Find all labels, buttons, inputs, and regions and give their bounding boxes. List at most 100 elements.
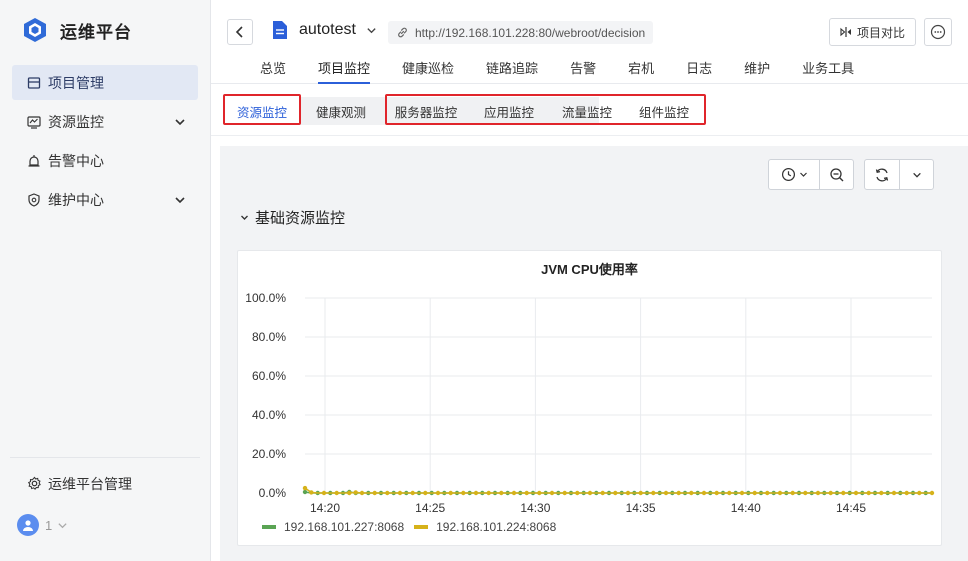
data-point [752, 490, 757, 496]
data-point [524, 490, 529, 496]
sidebar-item-alarm-center[interactable]: 告警中心 [12, 143, 198, 178]
brand[interactable]: 运维平台 [0, 0, 210, 60]
avatar[interactable] [17, 514, 39, 536]
sidebar-item-maintenance-center[interactable]: 维护中心 [12, 182, 198, 217]
sidebar-nav: 项目管理 资源监控 告警中心 维护中心 [0, 65, 210, 217]
data-point [891, 490, 897, 496]
user-menu[interactable]: 1 [17, 514, 68, 536]
sidebar-item-label: 告警中心 [48, 152, 104, 169]
section-header[interactable]: 基础资源监控 [240, 207, 345, 228]
tab-health-inspection[interactable]: 健康巡检 [402, 58, 454, 84]
data-point [815, 490, 821, 496]
compare-label: 项目对比 [856, 25, 905, 40]
tab-alarm[interactable]: 告警 [570, 58, 596, 84]
data-point [397, 490, 403, 496]
cube-logo-icon [24, 18, 46, 42]
data-point [651, 490, 656, 496]
data-point [701, 490, 707, 496]
data-point [790, 490, 795, 496]
tab-overview[interactable]: 总览 [260, 58, 286, 84]
data-point [549, 490, 555, 496]
time-zoom-group [768, 159, 854, 190]
back-button[interactable] [227, 19, 253, 45]
data-point [372, 490, 377, 496]
data-point [714, 490, 719, 496]
data-point [575, 490, 580, 496]
chevron-down-icon[interactable] [57, 520, 68, 531]
section-title: 基础资源监控 [255, 210, 346, 227]
legend-item[interactable]: 192.168.101.224:8068 [414, 520, 556, 534]
chevron-down-icon[interactable] [366, 25, 377, 36]
data-point [385, 490, 390, 496]
sidebar-item-project-management[interactable]: 项目管理 [12, 65, 198, 100]
tab-log[interactable]: 日志 [686, 58, 712, 84]
zoom-out-button[interactable] [819, 160, 853, 189]
tab-project-monitor[interactable]: 项目监控 [318, 58, 371, 84]
chevron-down-icon[interactable] [174, 194, 186, 206]
project-compare-button[interactable]: 项目对比 [828, 18, 916, 46]
refresh-button[interactable] [865, 160, 899, 189]
more-options-button[interactable] [924, 18, 952, 46]
monitor-content: 基础资源监控 JVM CPU使用率 100.0% 80.0% 60.0% 40.0% 2… [220, 146, 968, 561]
sidebar-item-platform-admin[interactable]: 运维平台管理 [12, 466, 198, 501]
brand-name: 运维平台 [60, 22, 132, 42]
data-point [676, 490, 681, 496]
refresh-icon [875, 168, 889, 181]
data-point [689, 490, 694, 496]
data-point [347, 490, 352, 496]
data-point [803, 490, 808, 496]
sidebar-item-resource-monitor[interactable]: 资源监控 [12, 104, 198, 139]
subtab-health-observation[interactable]: 健康观测 [308, 100, 374, 122]
chevron-down-icon [799, 172, 807, 177]
sidebar-bottom: 运维平台管理 [10, 457, 200, 501]
data-point [638, 490, 643, 496]
tab-business-tools[interactable]: 业务工具 [802, 58, 854, 84]
chart-legend: 192.168.101.227:8068 192.168.101.224:8068 [262, 520, 566, 534]
chart-toolbar [758, 159, 934, 190]
x-tick-label: 14:35 [626, 501, 656, 515]
data-point [917, 490, 922, 496]
time-range-button[interactable] [769, 160, 819, 189]
compare-icon [840, 27, 851, 37]
user-icon [23, 520, 33, 531]
legend-swatch [262, 525, 276, 529]
alarm-icon [26, 153, 42, 169]
gear-icon [26, 476, 42, 492]
legend-label: 192.168.101.227:8068 [284, 520, 405, 534]
app-window: 运维平台 项目管理 资源监控 告警中心 维护中心 运维平台管理 1 autote… [0, 0, 968, 561]
data-point [613, 490, 618, 496]
cpu-line-chart: 100.0% 80.0% 60.0% 40.0% 20.0% 0.0% 14:20 14:25… [245, 291, 935, 515]
data-point [777, 490, 783, 496]
data-point [663, 490, 669, 496]
legend-label: 192.168.101.224:8068 [436, 520, 557, 534]
main-tabs: 总览 项目监控 健康巡检 链路追踪 告警 宕机 日志 维护 业务工具 [260, 58, 886, 84]
refresh-group [864, 159, 934, 190]
data-point [334, 490, 339, 496]
data-point [600, 490, 605, 496]
x-tick-label: 14:40 [731, 501, 761, 515]
data-point [904, 490, 909, 496]
tab-maintenance[interactable]: 维护 [744, 58, 770, 84]
highlight-box [223, 94, 301, 125]
y-tick-label: 80.0% [252, 330, 286, 344]
main-area: autotest http://192.168.101.228:80/webro… [211, 0, 968, 561]
data-point [727, 490, 732, 496]
chevron-down-icon [912, 172, 921, 178]
project-icon [26, 75, 42, 91]
tab-downtime[interactable]: 宕机 [628, 58, 654, 84]
y-tick-label: 100.0% [245, 291, 286, 305]
tab-trace[interactable]: 链路追踪 [486, 58, 538, 84]
zoom-out-icon [829, 167, 843, 181]
chevron-down-icon[interactable] [174, 116, 186, 128]
data-point [587, 490, 593, 496]
top-header: autotest http://192.168.101.228:80/webro… [211, 0, 968, 84]
project-selector[interactable]: autotest [271, 20, 377, 40]
project-url[interactable]: http://192.168.101.228:80/webroot/decisi… [388, 21, 654, 44]
data-point [423, 490, 428, 496]
sidebar-item-label: 项目管理 [48, 74, 104, 91]
y-tick-label: 60.0% [252, 369, 286, 383]
data-point [866, 490, 871, 496]
legend-item[interactable]: 192.168.101.227:8068 [262, 520, 404, 534]
document-icon [273, 21, 287, 39]
refresh-options-button[interactable] [899, 160, 933, 189]
